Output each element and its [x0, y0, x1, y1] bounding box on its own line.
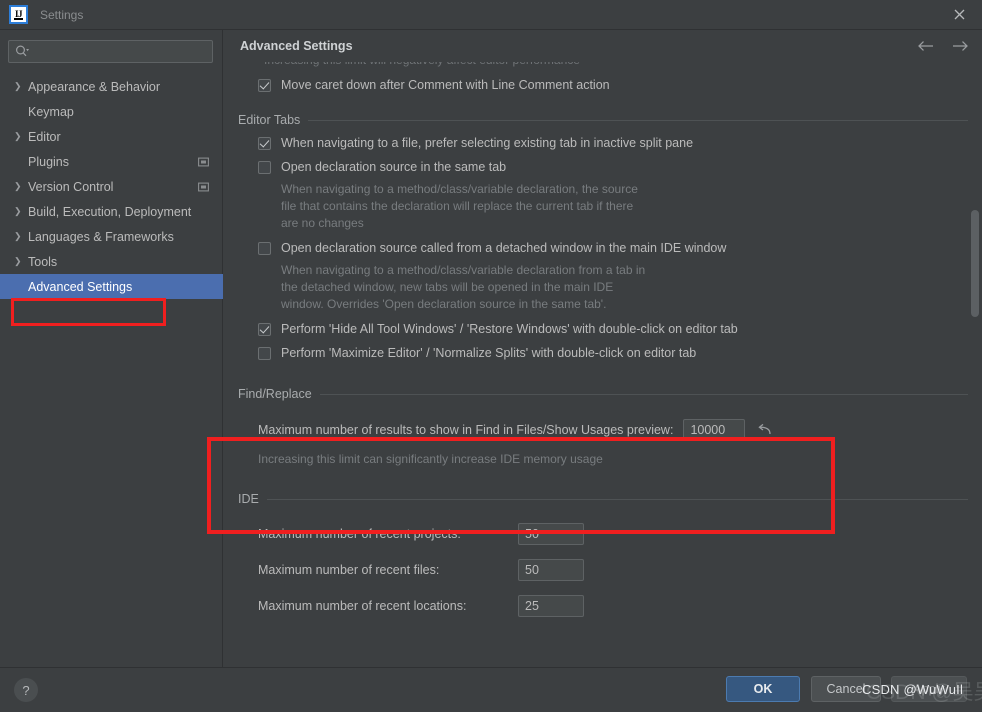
chevron-right-icon[interactable]: ❯	[14, 81, 28, 92]
sidebar-item-appearance-behavior[interactable]: ❯ Appearance & Behavior	[0, 74, 223, 99]
sidebar-item-label: Keymap	[28, 104, 74, 119]
checkbox-prefer-existing-tab[interactable]	[258, 137, 271, 150]
group-divider	[319, 393, 968, 395]
annotation-highlight-sidebar	[11, 298, 166, 326]
chevron-right-icon[interactable]: ❯	[14, 131, 28, 142]
checkbox-label: When navigating to a file, prefer select…	[281, 136, 694, 150]
group-header-ide: IDE	[224, 492, 982, 506]
group-divider	[266, 498, 968, 500]
chevron-right-icon[interactable]: ❯	[14, 206, 28, 217]
sidebar-item-tools[interactable]: ❯ Tools	[0, 249, 223, 274]
checkbox-hide-all-tool-windows[interactable]	[258, 323, 271, 336]
setting-row-move-caret-down[interactable]: Move caret down after Comment with Line …	[258, 78, 982, 93]
watermark-text: CSDN @WuWuIl	[862, 682, 964, 697]
chevron-right-icon[interactable]: ❯	[14, 256, 28, 267]
window-title: Settings	[40, 7, 84, 22]
sidebar-item-label: Build, Execution, Deployment	[28, 204, 192, 219]
setting-row-open-declaration-same-tab[interactable]: Open declaration source in the same tab	[258, 160, 982, 175]
reset-arrow-icon[interactable]	[757, 423, 772, 437]
checkbox-label: Perform 'Hide All Tool Windows' / 'Resto…	[281, 322, 738, 336]
setting-hint-find-replace: Increasing this limit can significantly …	[258, 452, 603, 466]
search-box[interactable]	[8, 40, 213, 63]
sidebar-item-label: Appearance & Behavior	[28, 79, 161, 94]
group-title: IDE	[238, 492, 259, 506]
field-label: Maximum number of recent files:	[258, 563, 440, 577]
clipped-description: Increasing this limit will negatively af…	[264, 62, 982, 69]
page-title: Advanced Settings	[240, 39, 353, 53]
checkbox-move-caret-down[interactable]	[258, 79, 271, 92]
ok-button[interactable]: OK	[726, 676, 800, 702]
sidebar-item-editor[interactable]: ❯ Editor	[0, 124, 223, 149]
setting-row-open-declaration-detached-window[interactable]: Open declaration source called from a de…	[258, 241, 982, 256]
settings-content-panel: Advanced Settings Increasing this limit …	[224, 30, 982, 667]
max-recent-files-input[interactable]	[518, 559, 584, 581]
group-header-find-replace: Find/Replace	[224, 387, 982, 401]
setting-row-prefer-existing-tab[interactable]: When navigating to a file, prefer select…	[258, 136, 982, 151]
group-title: Find/Replace	[238, 387, 312, 401]
intellij-idea-logo-icon: IJ	[9, 5, 28, 24]
setting-row-max-find-results[interactable]: Maximum number of results to show in Fin…	[258, 419, 982, 441]
settings-dialog: IJ Settings ❯ Appearance & Behavior Keym…	[0, 0, 982, 712]
group-header-editor-tabs: Editor Tabs	[224, 113, 982, 127]
settings-scroll-area: Increasing this limit will negatively af…	[224, 62, 982, 667]
content-scrollbar[interactable]	[968, 62, 982, 667]
window-icon	[198, 157, 209, 166]
title-bar: IJ Settings	[0, 0, 982, 29]
close-icon[interactable]	[936, 0, 982, 29]
checkbox-label: Open declaration source in the same tab	[281, 160, 507, 174]
field-label: Maximum number of recent locations:	[258, 599, 467, 613]
arrow-right-icon[interactable]	[950, 36, 970, 56]
max-find-results-input[interactable]	[683, 419, 746, 441]
chevron-right-icon[interactable]: ❯	[14, 181, 28, 192]
setting-row-max-recent-locations[interactable]: Maximum number of recent locations:	[258, 595, 982, 617]
setting-row-hide-all-tool-windows[interactable]: Perform 'Hide All Tool Windows' / 'Resto…	[258, 322, 982, 337]
setting-row-max-recent-projects[interactable]: Maximum number of recent projects:	[258, 523, 982, 545]
search-icon	[15, 45, 30, 58]
max-recent-projects-input[interactable]	[518, 523, 584, 545]
setting-description: When navigating to a method/class/variab…	[281, 182, 638, 230]
settings-sidebar: ❯ Appearance & Behavior Keymap ❯ Editor …	[0, 30, 223, 667]
content-header: Advanced Settings	[224, 30, 982, 62]
sidebar-item-label: Editor	[28, 129, 61, 144]
sidebar-item-label: Version Control	[28, 179, 114, 194]
sidebar-item-version-control[interactable]: ❯ Version Control	[0, 174, 223, 199]
setting-description: When navigating to a method/class/variab…	[281, 263, 646, 311]
sidebar-item-label: Advanced Settings	[28, 279, 133, 294]
scrollbar-thumb[interactable]	[971, 210, 979, 317]
field-label: Maximum number of recent projects:	[258, 527, 461, 541]
sidebar-item-build-execution-deployment[interactable]: ❯ Build, Execution, Deployment	[0, 199, 223, 224]
group-title: Editor Tabs	[238, 113, 301, 127]
checkbox-label: Open declaration source called from a de…	[281, 241, 727, 255]
sidebar-item-languages-frameworks[interactable]: ❯ Languages & Frameworks	[0, 224, 223, 249]
navigation-arrows	[916, 36, 970, 56]
field-label: Maximum number of results to show in Fin…	[258, 423, 674, 437]
checkbox-open-declaration-detached-window[interactable]	[258, 242, 271, 255]
sidebar-item-label: Languages & Frameworks	[28, 229, 174, 244]
chevron-right-icon[interactable]: ❯	[14, 231, 28, 242]
sidebar-item-keymap[interactable]: Keymap	[0, 99, 223, 124]
search-input[interactable]	[30, 44, 212, 59]
help-question-icon[interactable]: ?	[14, 678, 38, 702]
checkbox-open-declaration-same-tab[interactable]	[258, 161, 271, 174]
setting-row-max-recent-files[interactable]: Maximum number of recent files:	[258, 559, 982, 581]
arrow-left-icon[interactable]	[916, 36, 936, 56]
checkbox-label: Perform 'Maximize Editor' / 'Normalize S…	[281, 346, 697, 360]
checkbox-maximize-editor[interactable]	[258, 347, 271, 360]
group-divider	[308, 119, 968, 121]
sidebar-item-label: Plugins	[28, 154, 69, 169]
checkbox-label: Move caret down after Comment with Line …	[281, 78, 610, 92]
sidebar-item-plugins[interactable]: Plugins	[0, 149, 223, 174]
window-icon	[198, 182, 209, 191]
setting-row-maximize-editor[interactable]: Perform 'Maximize Editor' / 'Normalize S…	[258, 346, 982, 361]
settings-tree: ❯ Appearance & Behavior Keymap ❯ Editor …	[0, 74, 223, 299]
max-recent-locations-input[interactable]	[518, 595, 584, 617]
sidebar-item-label: Tools	[28, 254, 58, 269]
sidebar-item-advanced-settings[interactable]: Advanced Settings	[0, 274, 223, 299]
